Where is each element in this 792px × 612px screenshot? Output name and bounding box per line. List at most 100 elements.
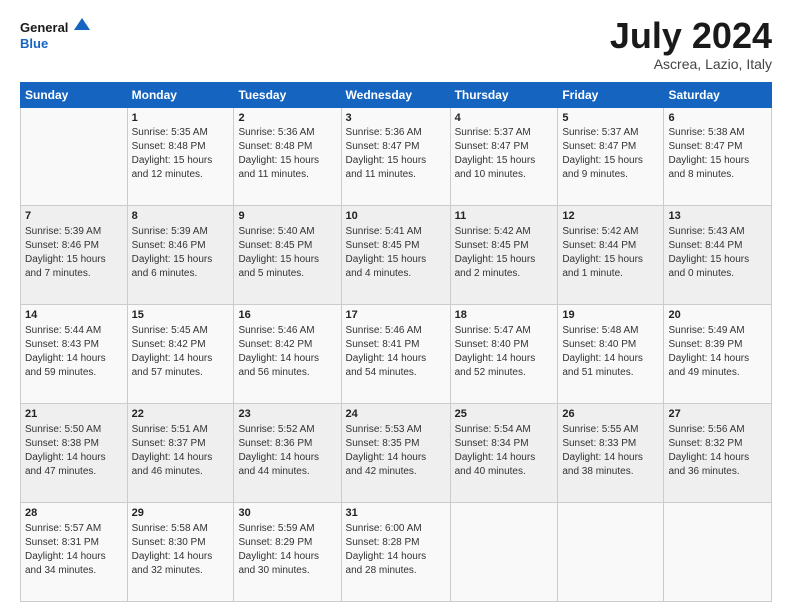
- day-info: Sunrise: 5:36 AM Sunset: 8:48 PM Dayligh…: [238, 126, 336, 182]
- day-number: 5: [562, 111, 659, 126]
- calendar-day-header: Wednesday: [341, 82, 450, 107]
- calendar-cell: [450, 503, 558, 602]
- day-number: 21: [25, 407, 123, 422]
- day-number: 4: [455, 111, 554, 126]
- day-number: 25: [455, 407, 554, 422]
- day-number: 18: [455, 308, 554, 323]
- day-info: Sunrise: 5:37 AM Sunset: 8:47 PM Dayligh…: [562, 126, 659, 182]
- day-info: Sunrise: 5:46 AM Sunset: 8:42 PM Dayligh…: [238, 324, 336, 380]
- calendar-day-header: Sunday: [21, 82, 128, 107]
- day-info: Sunrise: 5:40 AM Sunset: 8:45 PM Dayligh…: [238, 225, 336, 281]
- day-info: Sunrise: 5:59 AM Sunset: 8:29 PM Dayligh…: [238, 522, 336, 578]
- calendar-cell: 25Sunrise: 5:54 AM Sunset: 8:34 PM Dayli…: [450, 404, 558, 503]
- calendar-cell: 5Sunrise: 5:37 AM Sunset: 8:47 PM Daylig…: [558, 107, 664, 206]
- calendar-cell: 29Sunrise: 5:58 AM Sunset: 8:30 PM Dayli…: [127, 503, 234, 602]
- day-info: Sunrise: 5:39 AM Sunset: 8:46 PM Dayligh…: [132, 225, 230, 281]
- calendar-cell: 9Sunrise: 5:40 AM Sunset: 8:45 PM Daylig…: [234, 206, 341, 305]
- calendar-week-row: 1Sunrise: 5:35 AM Sunset: 8:48 PM Daylig…: [21, 107, 772, 206]
- day-info: Sunrise: 5:37 AM Sunset: 8:47 PM Dayligh…: [455, 126, 554, 182]
- calendar-day-header: Thursday: [450, 82, 558, 107]
- day-info: Sunrise: 5:42 AM Sunset: 8:45 PM Dayligh…: [455, 225, 554, 281]
- day-number: 14: [25, 308, 123, 323]
- day-info: Sunrise: 5:43 AM Sunset: 8:44 PM Dayligh…: [668, 225, 767, 281]
- day-number: 24: [346, 407, 446, 422]
- day-number: 16: [238, 308, 336, 323]
- calendar-cell: 21Sunrise: 5:50 AM Sunset: 8:38 PM Dayli…: [21, 404, 128, 503]
- day-number: 15: [132, 308, 230, 323]
- day-number: 1: [132, 111, 230, 126]
- calendar-cell: 18Sunrise: 5:47 AM Sunset: 8:40 PM Dayli…: [450, 305, 558, 404]
- calendar-week-row: 7Sunrise: 5:39 AM Sunset: 8:46 PM Daylig…: [21, 206, 772, 305]
- calendar-week-row: 21Sunrise: 5:50 AM Sunset: 8:38 PM Dayli…: [21, 404, 772, 503]
- calendar-cell: 7Sunrise: 5:39 AM Sunset: 8:46 PM Daylig…: [21, 206, 128, 305]
- title-block: July 2024 Ascrea, Lazio, Italy: [610, 16, 772, 72]
- day-info: Sunrise: 5:51 AM Sunset: 8:37 PM Dayligh…: [132, 423, 230, 479]
- day-number: 29: [132, 506, 230, 521]
- day-number: 19: [562, 308, 659, 323]
- day-info: Sunrise: 5:55 AM Sunset: 8:33 PM Dayligh…: [562, 423, 659, 479]
- calendar-cell: 30Sunrise: 5:59 AM Sunset: 8:29 PM Dayli…: [234, 503, 341, 602]
- day-number: 13: [668, 209, 767, 224]
- calendar-cell: 14Sunrise: 5:44 AM Sunset: 8:43 PM Dayli…: [21, 305, 128, 404]
- calendar-cell: [21, 107, 128, 206]
- svg-text:General: General: [20, 20, 68, 35]
- day-info: Sunrise: 5:48 AM Sunset: 8:40 PM Dayligh…: [562, 324, 659, 380]
- day-info: Sunrise: 5:52 AM Sunset: 8:36 PM Dayligh…: [238, 423, 336, 479]
- calendar-cell: 10Sunrise: 5:41 AM Sunset: 8:45 PM Dayli…: [341, 206, 450, 305]
- calendar-cell: 17Sunrise: 5:46 AM Sunset: 8:41 PM Dayli…: [341, 305, 450, 404]
- calendar-day-header: Tuesday: [234, 82, 341, 107]
- calendar-cell: 4Sunrise: 5:37 AM Sunset: 8:47 PM Daylig…: [450, 107, 558, 206]
- calendar-cell: 12Sunrise: 5:42 AM Sunset: 8:44 PM Dayli…: [558, 206, 664, 305]
- calendar-cell: [664, 503, 772, 602]
- calendar-cell: 27Sunrise: 5:56 AM Sunset: 8:32 PM Dayli…: [664, 404, 772, 503]
- day-info: Sunrise: 6:00 AM Sunset: 8:28 PM Dayligh…: [346, 522, 446, 578]
- day-number: 31: [346, 506, 446, 521]
- day-number: 20: [668, 308, 767, 323]
- day-info: Sunrise: 5:45 AM Sunset: 8:42 PM Dayligh…: [132, 324, 230, 380]
- day-number: 22: [132, 407, 230, 422]
- day-number: 3: [346, 111, 446, 126]
- day-info: Sunrise: 5:54 AM Sunset: 8:34 PM Dayligh…: [455, 423, 554, 479]
- calendar-cell: 20Sunrise: 5:49 AM Sunset: 8:39 PM Dayli…: [664, 305, 772, 404]
- day-info: Sunrise: 5:49 AM Sunset: 8:39 PM Dayligh…: [668, 324, 767, 380]
- calendar-cell: 19Sunrise: 5:48 AM Sunset: 8:40 PM Dayli…: [558, 305, 664, 404]
- day-info: Sunrise: 5:35 AM Sunset: 8:48 PM Dayligh…: [132, 126, 230, 182]
- day-info: Sunrise: 5:39 AM Sunset: 8:46 PM Dayligh…: [25, 225, 123, 281]
- calendar-week-row: 14Sunrise: 5:44 AM Sunset: 8:43 PM Dayli…: [21, 305, 772, 404]
- day-info: Sunrise: 5:53 AM Sunset: 8:35 PM Dayligh…: [346, 423, 446, 479]
- day-info: Sunrise: 5:47 AM Sunset: 8:40 PM Dayligh…: [455, 324, 554, 380]
- day-number: 12: [562, 209, 659, 224]
- calendar-cell: 2Sunrise: 5:36 AM Sunset: 8:48 PM Daylig…: [234, 107, 341, 206]
- calendar-cell: 24Sunrise: 5:53 AM Sunset: 8:35 PM Dayli…: [341, 404, 450, 503]
- day-number: 8: [132, 209, 230, 224]
- day-number: 7: [25, 209, 123, 224]
- logo: General Blue: [20, 16, 90, 56]
- calendar-cell: 16Sunrise: 5:46 AM Sunset: 8:42 PM Dayli…: [234, 305, 341, 404]
- calendar-cell: 13Sunrise: 5:43 AM Sunset: 8:44 PM Dayli…: [664, 206, 772, 305]
- calendar-cell: 26Sunrise: 5:55 AM Sunset: 8:33 PM Dayli…: [558, 404, 664, 503]
- day-number: 26: [562, 407, 659, 422]
- day-info: Sunrise: 5:57 AM Sunset: 8:31 PM Dayligh…: [25, 522, 123, 578]
- page-title: July 2024: [610, 16, 772, 56]
- day-info: Sunrise: 5:44 AM Sunset: 8:43 PM Dayligh…: [25, 324, 123, 380]
- day-info: Sunrise: 5:58 AM Sunset: 8:30 PM Dayligh…: [132, 522, 230, 578]
- calendar-table: SundayMondayTuesdayWednesdayThursdayFrid…: [20, 82, 772, 602]
- calendar-cell: 15Sunrise: 5:45 AM Sunset: 8:42 PM Dayli…: [127, 305, 234, 404]
- calendar-day-header: Monday: [127, 82, 234, 107]
- day-number: 9: [238, 209, 336, 224]
- calendar-day-header: Friday: [558, 82, 664, 107]
- day-number: 10: [346, 209, 446, 224]
- calendar-cell: 6Sunrise: 5:38 AM Sunset: 8:47 PM Daylig…: [664, 107, 772, 206]
- day-info: Sunrise: 5:46 AM Sunset: 8:41 PM Dayligh…: [346, 324, 446, 380]
- calendar-cell: 23Sunrise: 5:52 AM Sunset: 8:36 PM Dayli…: [234, 404, 341, 503]
- calendar-header-row: SundayMondayTuesdayWednesdayThursdayFrid…: [21, 82, 772, 107]
- calendar-cell: 22Sunrise: 5:51 AM Sunset: 8:37 PM Dayli…: [127, 404, 234, 503]
- logo-graphic: General Blue: [20, 16, 90, 56]
- calendar-cell: 3Sunrise: 5:36 AM Sunset: 8:47 PM Daylig…: [341, 107, 450, 206]
- day-info: Sunrise: 5:41 AM Sunset: 8:45 PM Dayligh…: [346, 225, 446, 281]
- day-number: 23: [238, 407, 336, 422]
- calendar-cell: [558, 503, 664, 602]
- day-number: 27: [668, 407, 767, 422]
- page-header: General Blue July 2024 Ascrea, Lazio, It…: [20, 16, 772, 72]
- calendar-cell: 31Sunrise: 6:00 AM Sunset: 8:28 PM Dayli…: [341, 503, 450, 602]
